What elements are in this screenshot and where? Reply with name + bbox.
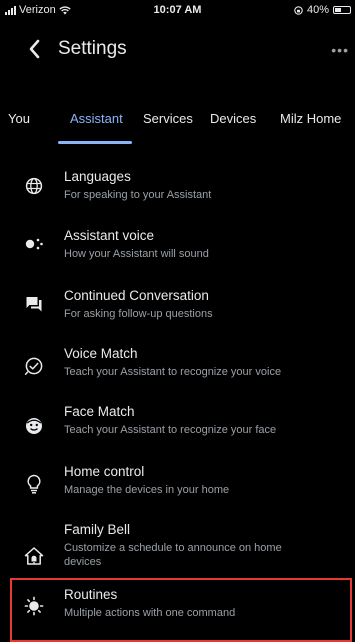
highlight-box — [10, 578, 352, 642]
status-bar: Verizon 10:07 AM 40% — [0, 0, 355, 20]
back-button[interactable] — [24, 36, 44, 62]
item-title: Languages — [64, 169, 131, 184]
tab-you[interactable]: You — [8, 111, 30, 126]
voice-match-icon — [24, 356, 44, 376]
item-subtitle: Teach your Assistant to recognize your v… — [64, 366, 282, 378]
item-title: Voice Match — [64, 346, 138, 361]
list-item-face-match[interactable]: Face Match Teach your Assistant to recog… — [0, 400, 355, 460]
home-bell-icon — [24, 546, 44, 566]
tab-milz-home[interactable]: Milz Home — [280, 111, 341, 126]
list-item-family-bell[interactable]: Family Bell Customize a schedule to anno… — [0, 518, 355, 582]
item-subtitle: For speaking to your Assistant — [64, 189, 212, 201]
battery-percent: 40% — [306, 4, 329, 16]
page-title: Settings — [58, 38, 127, 59]
item-title: Home control — [64, 464, 145, 479]
list-item-home-control[interactable]: Home control Manage the devices in your … — [0, 460, 355, 520]
item-subtitle: Manage the devices in your home — [64, 484, 230, 496]
more-options-button[interactable]: ••• — [331, 42, 349, 58]
item-title: Face Match — [64, 404, 135, 419]
chevron-left-icon — [29, 39, 40, 59]
tab-devices[interactable]: Devices — [210, 111, 256, 126]
tab-assistant[interactable]: Assistant — [70, 111, 123, 126]
more-dots-icon: ••• — [331, 42, 349, 58]
header: Settings ••• — [0, 30, 355, 70]
list-item-assistant-voice[interactable]: Assistant voice How your Assistant will … — [0, 220, 355, 280]
list-item-continued-conversation[interactable]: Continued Conversation For asking follow… — [0, 280, 355, 340]
item-title: Family Bell — [64, 522, 131, 537]
item-subtitle: Teach your Assistant to recognize your f… — [64, 424, 277, 436]
tab-services[interactable]: Services — [143, 111, 193, 126]
item-subtitle: How your Assistant will sound — [64, 248, 209, 260]
globe-icon — [24, 176, 44, 196]
item-title: Continued Conversation — [64, 288, 209, 303]
tab-bar: You Assistant Services Devices Milz Home — [0, 105, 355, 145]
list-item-voice-match[interactable]: Voice Match Teach your Assistant to reco… — [0, 340, 355, 400]
status-right: 40% — [294, 4, 351, 16]
voice-icon — [24, 234, 44, 254]
active-tab-indicator — [58, 141, 132, 144]
item-subtitle: Customize a schedule to announce on home… — [64, 542, 282, 568]
lightbulb-icon — [24, 474, 44, 494]
rotation-lock-icon — [294, 5, 303, 15]
face-icon — [24, 416, 44, 436]
item-title: Assistant voice — [64, 228, 155, 243]
battery-icon — [333, 6, 351, 14]
item-subtitle: For asking follow-up questions — [64, 308, 213, 320]
chat-icon — [24, 294, 44, 314]
list-item-languages[interactable]: Languages For speaking to your Assistant — [0, 160, 355, 220]
